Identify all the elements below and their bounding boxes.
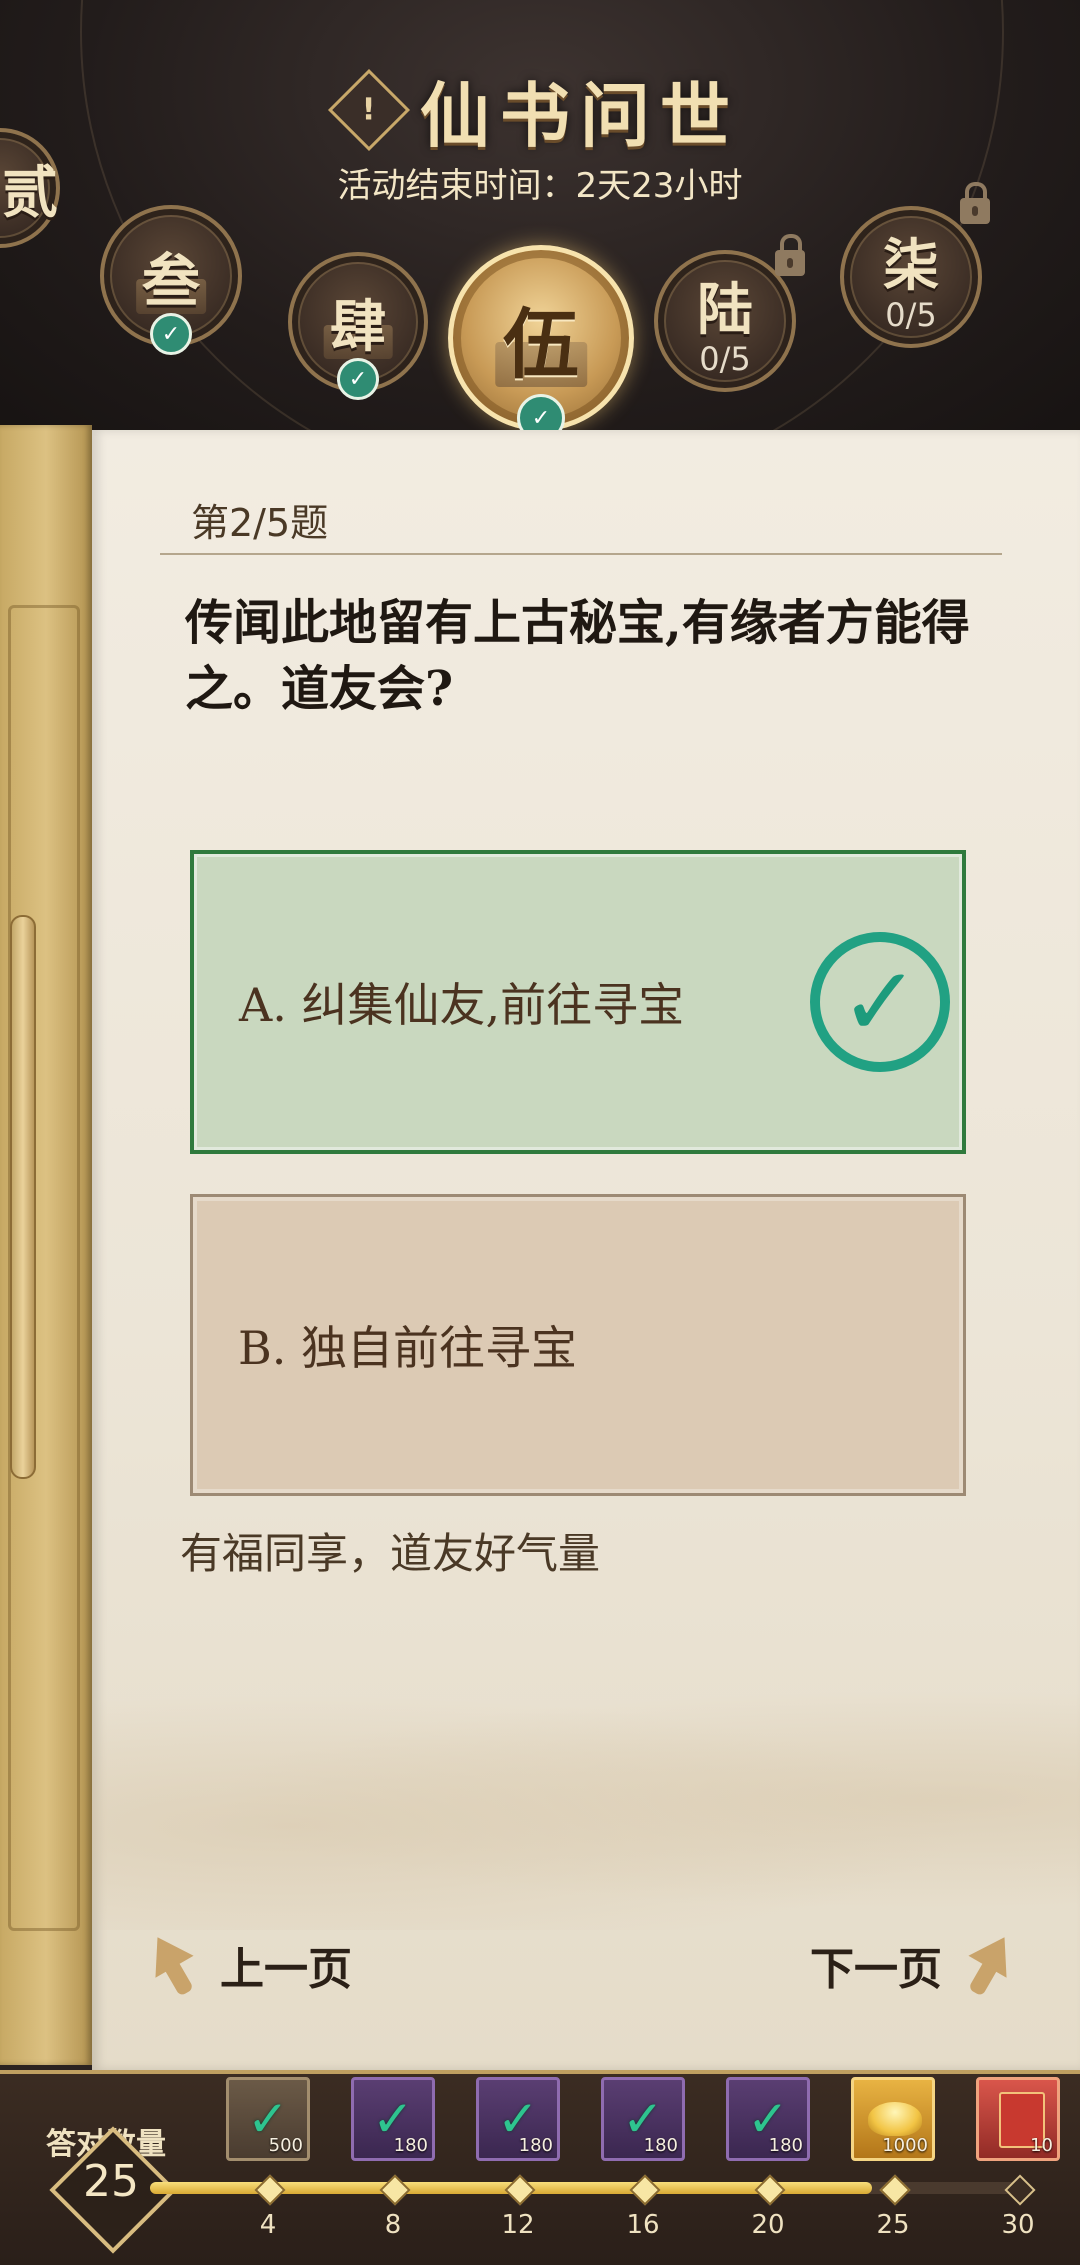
scroll-frame	[0, 425, 92, 2065]
correct-check-icon: ✓	[810, 932, 950, 1072]
lock-icon	[960, 182, 990, 224]
reward-quantity: 1000	[882, 2135, 928, 2156]
activity-title: 仙书问世	[420, 73, 740, 157]
gold-ingot-icon	[868, 2102, 922, 2136]
next-page-button[interactable]: 下一页	[810, 1930, 1022, 2000]
activity-end-time: 活动结束时间：2天23小时	[337, 166, 743, 206]
chapter-3-button[interactable]: 叁 ✓	[100, 205, 242, 355]
reward-quantity: 180	[518, 2135, 553, 2156]
correct-count-value: 25	[83, 2156, 139, 2207]
reward-item[interactable]: ✓ 500	[226, 2077, 310, 2161]
milestone-label: 25	[876, 2210, 910, 2240]
option-a-label: A. 纠集仙友,前往寻宝	[239, 978, 685, 1032]
completed-check-icon: ✓	[337, 358, 379, 400]
option-b-label: B. 独自前往寻宝	[238, 1321, 578, 1375]
milestone-label: 20	[751, 2210, 785, 2240]
reward-quantity: 180	[393, 2135, 428, 2156]
reward-item[interactable]: ✓ 180	[601, 2077, 685, 2161]
activity-header: ! 仙书问世 活动结束时间：2天23小时 贰 叁 ✓ 肆 ✓ 伍 ✓ 陆 0/5…	[0, 0, 1080, 440]
divider	[160, 553, 1002, 555]
milestone-label: 8	[384, 2210, 402, 2240]
chapter-progress: 0/5	[885, 295, 937, 334]
question-number: 第2/5题	[191, 501, 329, 545]
completed-check-icon: ✓	[150, 313, 192, 355]
option-a-button[interactable]: A. 纠集仙友,前往寻宝 ✓	[190, 850, 966, 1154]
lock-icon	[775, 234, 805, 276]
arrow-back-icon	[140, 1935, 206, 1995]
reward-item[interactable]: 1000	[851, 2077, 935, 2161]
reward-quantity: 10	[1030, 2135, 1053, 2156]
reward-item[interactable]: ✓ 180	[476, 2077, 560, 2161]
question-text: 传闻此地留有上古秘宝,有缘者方能得之。道友会?	[185, 595, 970, 717]
reward-item[interactable]: 10	[976, 2077, 1060, 2161]
arrow-forward-icon	[956, 1935, 1022, 1995]
scrollbar[interactable]	[10, 915, 36, 1479]
reward-quantity: 180	[643, 2135, 678, 2156]
milestone-label: 30	[1001, 2210, 1035, 2240]
reward-item[interactable]: ✓ 180	[726, 2077, 810, 2161]
reward-item[interactable]: ✓ 180	[351, 2077, 435, 2161]
reward-quantity: 500	[268, 2135, 303, 2156]
milestone-label: 12	[501, 2210, 535, 2240]
chapter-progress: 0/5	[699, 339, 751, 378]
milestone-label: 16	[626, 2210, 660, 2240]
answer-feedback: 有福同享，道友好气量	[180, 1529, 601, 1578]
next-page-label: 下一页	[810, 1944, 942, 1995]
prev-page-label: 上一页	[220, 1944, 352, 1995]
option-b-button[interactable]: B. 独自前往寻宝	[190, 1194, 966, 1496]
title-row: ! 仙书问世	[0, 60, 1080, 160]
info-icon[interactable]: !	[327, 68, 411, 152]
chapter-4-button[interactable]: 肆 ✓	[288, 252, 428, 400]
prev-page-button[interactable]: 上一页	[140, 1930, 352, 2000]
mist-decoration	[92, 1670, 1080, 1930]
milestone-label: 4	[259, 2210, 277, 2240]
reward-quantity: 180	[768, 2135, 803, 2156]
chapter-7-button[interactable]: 柒 0/5	[840, 206, 982, 348]
chapter-5-button[interactable]: 伍 ✓	[448, 245, 634, 440]
